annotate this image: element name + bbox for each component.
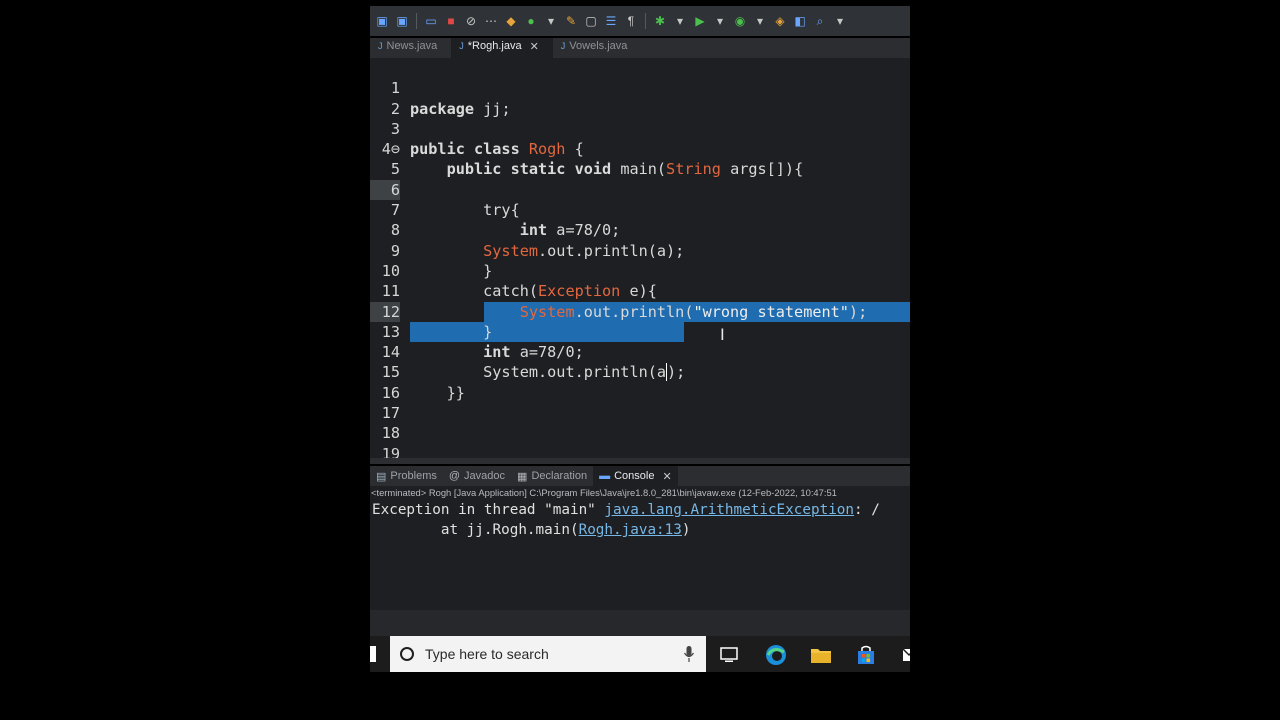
tab-news-java[interactable]: J News.java: [370, 38, 451, 58]
java-file-icon: J: [378, 41, 383, 51]
tab-label: News.java: [386, 40, 438, 52]
problems-icon: ▤: [376, 470, 387, 483]
toolbar-separator: [645, 13, 646, 29]
java-file-icon: J: [560, 41, 566, 51]
taskbar-search-box[interactable]: Type here to search: [390, 636, 706, 672]
panel-tab-bar: ▤ Problems @ Javadoc ▦ Declaration ▬ Con…: [370, 466, 910, 486]
code-line: 12 }: [370, 281, 910, 341]
dropdown-icon[interactable]: ▾: [543, 13, 559, 29]
code-line: 18: [370, 403, 910, 442]
code-line: 8 System.out.println(a);: [370, 200, 910, 259]
edit-icon[interactable]: ✎: [563, 13, 579, 29]
run-external-icon[interactable]: ◉: [732, 13, 748, 29]
tab-problems[interactable]: ▤ Problems: [370, 466, 443, 486]
code-line: 16: [370, 363, 910, 402]
tab-rogh-java[interactable]: J *Rogh.java ✕: [451, 38, 553, 58]
tab-console[interactable]: ▬ Console ✕: [593, 466, 678, 486]
close-icon[interactable]: ✕: [530, 40, 539, 53]
tab-vowels-java[interactable]: J Vowels.java: [553, 38, 642, 58]
dropdown-icon[interactable]: ▾: [752, 13, 768, 29]
task-view-icon[interactable]: [718, 644, 740, 666]
code-line: 2: [370, 78, 910, 118]
tab-declaration[interactable]: ▦ Declaration: [511, 466, 593, 486]
console-status-line: <terminated> Rogh [Java Application] C:\…: [370, 486, 910, 500]
code-editor[interactable]: 1 package jj; 2 3 public class Rogh { 4⊖…: [370, 58, 910, 463]
dropdown-icon[interactable]: ▾: [712, 13, 728, 29]
code-line: 3 public class Rogh {: [370, 99, 910, 158]
eclipse-window: ▣ ▣ ▭ ■ ⊘ ⋯ ◆ ● ▾ ✎ ▢ ☰ ¶ ✱ ▾ ▶ ▾ ◉ ▾ ◈ …: [370, 0, 910, 720]
tab-label: Declaration: [531, 470, 588, 482]
panel-footer: [370, 610, 910, 636]
tab-label: Javadoc: [464, 470, 506, 482]
console-text: at jj.Rogh.main(: [372, 522, 579, 538]
java-perspective-icon[interactable]: ◧: [792, 13, 808, 29]
exception-link[interactable]: java.lang.ArithmeticException: [604, 502, 854, 518]
open-type-icon[interactable]: ▢: [583, 13, 599, 29]
code-line: 1 package jj;: [370, 58, 910, 117]
console-icon: ▬: [599, 470, 611, 482]
code-line: 9 }: [370, 220, 910, 280]
show-whitespace-icon[interactable]: ¶: [623, 13, 639, 29]
code-line: 15 }}: [370, 342, 910, 401]
editor-tab-bar: J News.java J *Rogh.java ✕ J Vowels.java: [370, 38, 910, 58]
code-line: 10 catch(Exception e){: [370, 241, 910, 300]
tab-label: Problems: [390, 470, 437, 482]
console-line: Exception in thread "main" java.lang.Ari…: [372, 502, 880, 518]
console-output[interactable]: Exception in thread "main" java.lang.Ari…: [370, 500, 910, 610]
console-text: : /: [854, 502, 880, 518]
tab-label: *Rogh.java: [467, 40, 522, 52]
step-icon[interactable]: ⋯: [483, 13, 499, 29]
code-line: 17: [370, 383, 910, 422]
stacktrace-link[interactable]: Rogh.java:13: [579, 522, 682, 538]
new-class-icon[interactable]: ●: [523, 13, 539, 29]
mail-icon[interactable]: [898, 644, 910, 666]
run-icon[interactable]: ▶: [692, 13, 708, 29]
text-cursor-icon: I: [720, 325, 725, 344]
close-icon[interactable]: ✕: [662, 470, 671, 483]
microphone-icon[interactable]: [684, 646, 694, 662]
javadoc-icon: @: [448, 470, 461, 482]
toolbar-separator: [416, 13, 417, 29]
console-text: Exception in thread "main": [372, 502, 605, 518]
save-icon[interactable]: ▣: [374, 13, 390, 29]
tab-javadoc[interactable]: @ Javadoc: [443, 466, 511, 486]
declaration-icon: ▦: [517, 470, 528, 483]
dropdown-icon[interactable]: ▾: [672, 13, 688, 29]
code-line: 13 int a=78/0;: [370, 302, 910, 361]
code-line: 5: [370, 139, 910, 178]
edge-icon[interactable]: [765, 644, 787, 666]
store-icon[interactable]: [855, 644, 877, 666]
print-icon[interactable]: ▭: [423, 13, 439, 29]
tab-label: Vowels.java: [569, 40, 628, 52]
open-perspective-icon[interactable]: ◈: [772, 13, 788, 29]
save-all-icon[interactable]: ▣: [394, 13, 410, 29]
code-line: 6 try{: [370, 160, 910, 219]
cortana-icon: [400, 647, 414, 661]
start-button[interactable]: [370, 646, 376, 662]
code-line: 7 int a=78/0;: [370, 180, 910, 239]
code-line: 11 System.out.println("wrong statement")…: [370, 261, 910, 320]
java-file-icon: J: [459, 41, 464, 51]
task-list-icon[interactable]: ☰: [603, 13, 619, 29]
main-toolbar: ▣ ▣ ▭ ■ ⊘ ⋯ ◆ ● ▾ ✎ ▢ ☰ ¶ ✱ ▾ ▶ ▾ ◉ ▾ ◈ …: [370, 6, 910, 36]
stop-icon[interactable]: ■: [443, 13, 459, 29]
dropdown-icon[interactable]: ▾: [832, 13, 848, 29]
new-java-package-icon[interactable]: ◆: [503, 13, 519, 29]
search-placeholder: Type here to search: [425, 646, 549, 662]
code-line: 19: [370, 423, 910, 463]
windows-taskbar: Type here to search: [370, 636, 910, 672]
skip-breakpoints-icon[interactable]: ⊘: [463, 13, 479, 29]
console-line: at jj.Rogh.main(Rogh.java:13): [372, 522, 691, 538]
code-line: 4⊖ public static void main(String args[]…: [370, 119, 910, 178]
tab-label: Console: [614, 470, 655, 482]
code-line: 14 System.out.println(a);: [370, 322, 910, 382]
panel-divider[interactable]: [370, 458, 910, 464]
debug-icon[interactable]: ✱: [652, 13, 668, 29]
search-icon[interactable]: ⌕: [812, 13, 828, 29]
console-text: ): [681, 522, 691, 538]
file-explorer-icon[interactable]: [810, 644, 832, 666]
